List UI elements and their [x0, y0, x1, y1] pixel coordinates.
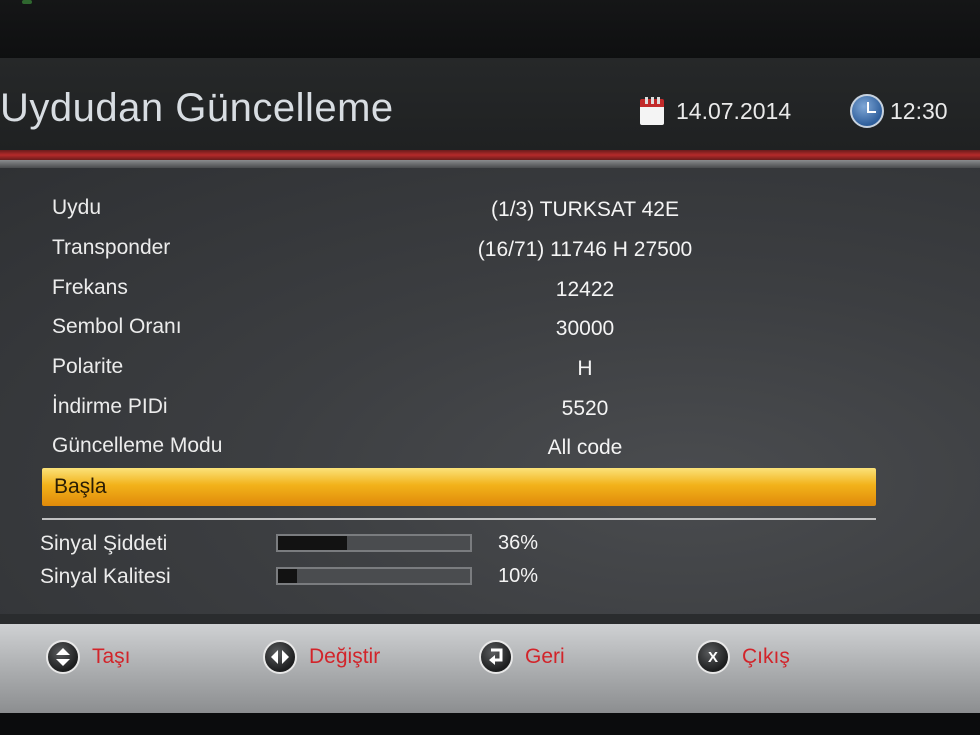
signal-quality-label: Sinyal Kalitesi	[40, 565, 171, 588]
setting-value[interactable]: (16/71) 11746 H 27500	[400, 238, 770, 262]
signal-strength-label: Sinyal Şiddeti	[40, 532, 168, 555]
setting-row-update-mode[interactable]: Güncelleme Modu All code	[0, 428, 980, 466]
setting-row-symbol-rate[interactable]: Sembol Oranı 30000	[0, 309, 980, 347]
setting-row-download-pid[interactable]: İndirme PIDi 5520	[0, 389, 980, 427]
header-divider-gray	[0, 160, 980, 168]
back-label: Geri	[525, 645, 565, 668]
signal-strength-percent: 36%	[498, 532, 539, 554]
up-down-arrows-icon	[46, 640, 80, 674]
exit-label: Çıkış	[742, 645, 790, 668]
change-label: Değiştir	[309, 645, 381, 668]
header-bar: Uydudan Güncelleme 14.07.2014 12:30	[0, 58, 980, 150]
tv-screen: Uydudan Güncelleme 14.07.2014 12:30 Uydu…	[0, 58, 980, 713]
clock-icon	[850, 94, 884, 128]
calendar-icon	[640, 97, 664, 125]
exit-x-icon: X	[696, 640, 730, 674]
start-button[interactable]: Başla	[42, 468, 876, 506]
signal-quality-percent: 10%	[498, 565, 539, 587]
change-button[interactable]: Değiştir	[263, 639, 380, 675]
setting-label: Polarite	[52, 355, 124, 378]
signal-strength-row: Sinyal Şiddeti 36%	[0, 530, 980, 560]
signal-strength-bar	[276, 534, 472, 552]
time-text: 12:30	[890, 97, 948, 124]
setting-label: Güncelleme Modu	[52, 434, 223, 457]
move-button[interactable]: Taşı	[46, 639, 131, 675]
setting-value[interactable]: (1/3) TURKSAT 42E	[400, 198, 770, 222]
setting-value[interactable]: 30000	[400, 317, 770, 341]
signal-quality-fill	[278, 569, 298, 583]
date-display: 14.07.2014	[640, 94, 791, 128]
setting-label: Uydu	[52, 196, 102, 219]
back-button[interactable]: Geri	[479, 639, 565, 675]
setting-value[interactable]: H	[400, 357, 770, 381]
setting-label: Transponder	[52, 236, 171, 259]
setting-value[interactable]: 5520	[400, 397, 770, 421]
tv-bezel-top	[0, 0, 980, 60]
tv-bezel-bottom	[0, 713, 980, 735]
signal-strength-fill	[278, 536, 348, 550]
setting-label: İndirme PIDi	[52, 395, 168, 418]
return-arrow-icon	[479, 640, 513, 674]
settings-panel: Uydu (1/3) TURKSAT 42E Transponder (16/7…	[0, 168, 980, 614]
signal-quality-row: Sinyal Kalitesi 10%	[0, 563, 980, 593]
exit-button[interactable]: X Çıkış	[696, 639, 790, 675]
time-display: 12:30	[850, 94, 948, 128]
section-divider	[42, 518, 876, 520]
page-title: Uydudan Güncelleme	[0, 86, 394, 130]
header-divider-red	[0, 150, 980, 160]
bezel-led	[22, 0, 32, 4]
start-button-label: Başla	[54, 475, 107, 498]
move-label: Taşı	[92, 645, 131, 668]
setting-label: Frekans	[52, 276, 128, 299]
signal-quality-bar	[276, 567, 472, 585]
setting-label: Sembol Oranı	[52, 315, 182, 338]
footer-bar: Taşı Değiştir Geri X Çıkış	[0, 624, 980, 713]
setting-row-transponder[interactable]: Transponder (16/71) 11746 H 27500	[0, 230, 980, 268]
setting-row-satellite[interactable]: Uydu (1/3) TURKSAT 42E	[0, 190, 980, 228]
setting-value[interactable]: 12422	[400, 278, 770, 302]
date-text: 14.07.2014	[676, 97, 792, 124]
left-right-arrows-icon	[263, 640, 297, 674]
setting-row-polarity[interactable]: Polarite H	[0, 349, 980, 387]
setting-row-frequency[interactable]: Frekans 12422	[0, 270, 980, 308]
setting-value[interactable]: All code	[400, 436, 770, 460]
